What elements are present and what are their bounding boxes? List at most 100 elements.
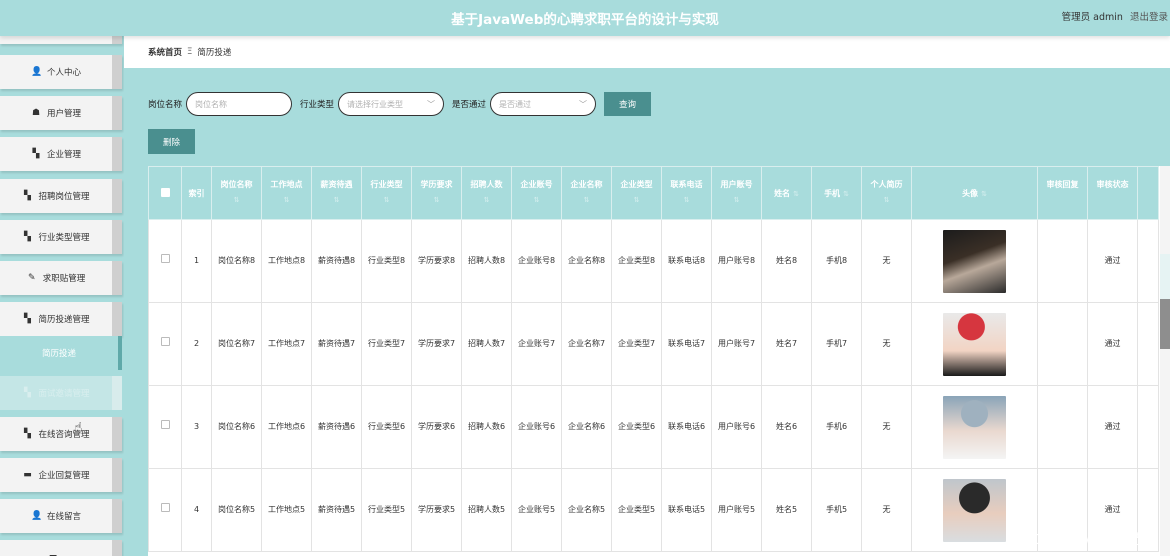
header-education[interactable]: 学历要求 ⇅ — [411, 166, 462, 220]
cell-avatar — [911, 219, 1038, 303]
cell-name: 姓名6 — [761, 385, 812, 469]
header-mobile[interactable]: 手机 ⇅ — [811, 166, 862, 220]
cell-location: 工作地点5 — [261, 468, 312, 552]
sidebar-item-online-message[interactable]: 👤 在线留言 — [0, 499, 122, 533]
cell-education: 学历要求8 — [411, 219, 462, 303]
sidebar-item-reply-management[interactable]: ▬ 企业回复管理 — [0, 458, 122, 492]
logout-link[interactable]: 退出登录 — [1130, 12, 1168, 23]
cell-salary: 薪资待遇8 — [311, 219, 362, 303]
breadcrumb-home[interactable]: 系统首页 — [148, 46, 182, 58]
industry-select[interactable]: 请选择行业类型 ﹀ — [338, 92, 445, 116]
header-label: 岗位名称 — [220, 180, 253, 189]
header-company-name[interactable]: 企业名称 ⇅ — [561, 166, 612, 220]
avatar[interactable] — [943, 312, 1006, 376]
cell-extra — [1137, 385, 1159, 469]
sort-icon[interactable]: ⇅ — [843, 190, 849, 198]
sort-icon[interactable]: ⇅ — [312, 196, 361, 204]
sidebar-item-post-management[interactable]: ✎ 求职贴管理 — [0, 261, 122, 295]
sort-icon[interactable]: ⇅ — [862, 196, 911, 204]
header-salary[interactable]: 薪资待遇 ⇅ — [311, 166, 362, 220]
cell-avatar — [911, 302, 1038, 386]
sort-icon[interactable]: ⇅ — [981, 190, 987, 198]
header-company-account[interactable]: 企业账号 ⇅ — [511, 166, 562, 220]
avatar[interactable] — [943, 478, 1006, 542]
cell-review-reply — [1037, 385, 1088, 469]
sort-icon[interactable]: ⇅ — [793, 190, 799, 198]
header-label: 姓名 — [774, 188, 791, 198]
scrollbar-segment[interactable] — [1160, 254, 1170, 299]
cell-location: 工作地点8 — [261, 219, 312, 303]
cell-company-account: 企业账号7 — [511, 302, 562, 386]
checkbox[interactable] — [160, 254, 170, 264]
sort-icon[interactable]: ⇅ — [362, 196, 411, 204]
passed-select[interactable]: 是否通过 ﹀ — [490, 92, 597, 116]
cell-company-account: 企业账号6 — [511, 385, 562, 469]
avatar[interactable] — [943, 395, 1006, 459]
header-name[interactable]: 姓名 ⇅ — [761, 166, 812, 220]
grid-icon: ▚ — [24, 388, 31, 398]
header-industry[interactable]: 行业类型 ⇅ — [361, 166, 412, 220]
main-content: 系统首页 Ξ 简历投递 岗位名称 岗位名称 行业类型 请选择行业类型 ﹀ 是否通… — [124, 36, 1170, 556]
header-resume[interactable]: 个人简历 ⇅ — [861, 166, 912, 220]
sidebar-item-label: 招聘岗位管理 — [38, 192, 90, 202]
sidebar-item-industry-management[interactable]: ▚ 行业类型管理 — [0, 220, 122, 254]
sidebar-item-company-management[interactable]: ▚ 企业管理 — [0, 137, 122, 171]
sort-icon[interactable]: ⇅ — [262, 196, 311, 204]
query-button[interactable]: 查询 — [604, 92, 652, 116]
header-phone[interactable]: 联系电话 ⇅ — [661, 166, 712, 220]
header-select-all[interactable] — [148, 166, 182, 220]
checkbox[interactable] — [160, 187, 170, 197]
cell-review-status: 通过 — [1087, 302, 1138, 386]
table-row[interactable]: 2 岗位名称7 工作地点7 薪资待遇7 行业类型7 学历要求7 招聘人数7 企业… — [148, 302, 1159, 386]
header-label: 审核回复 — [1046, 180, 1079, 189]
row-checkbox-cell[interactable] — [148, 385, 182, 469]
sidebar-item-user-management[interactable]: ☗ 用户管理 — [0, 96, 122, 130]
sidebar-item-personal-center[interactable]: 👤 个人中心 — [0, 55, 122, 89]
cell-index: 1 — [181, 219, 212, 303]
row-checkbox-cell[interactable] — [148, 219, 182, 303]
cell-salary: 薪资待遇6 — [311, 385, 362, 469]
header-avatar[interactable]: 头像 ⇅ — [911, 166, 1038, 220]
header-headcount[interactable]: 招聘人数 ⇅ — [461, 166, 512, 220]
checkbox[interactable] — [160, 337, 170, 347]
table-row[interactable]: 1 岗位名称8 工作地点8 薪资待遇8 行业类型8 学历要求8 招聘人数8 企业… — [148, 219, 1159, 303]
sort-icon[interactable]: ⇅ — [712, 196, 761, 204]
job-name-input[interactable]: 岗位名称 — [186, 92, 293, 116]
grid-icon: ▬ — [48, 552, 58, 556]
table-row[interactable]: 4 岗位名称5 工作地点5 薪资待遇5 行业类型5 学历要求5 招聘人数5 企业… — [148, 468, 1159, 552]
sort-icon[interactable]: ⇅ — [512, 196, 561, 204]
cell-job-name: 岗位名称5 — [211, 468, 262, 552]
table-row[interactable]: 3 岗位名称6 工作地点6 薪资待遇6 行业类型6 学历要求6 招聘人数6 企业… — [148, 385, 1159, 469]
scrollbar-thumb[interactable] — [1160, 299, 1170, 349]
sort-icon[interactable]: ⇅ — [612, 196, 661, 204]
header-company-type[interactable]: 企业类型 ⇅ — [611, 166, 662, 220]
cell-job-name: 岗位名称6 — [211, 385, 262, 469]
cell-resume: 无 — [861, 385, 912, 469]
row-checkbox-cell[interactable] — [148, 302, 182, 386]
sort-icon[interactable]: ⇅ — [462, 196, 511, 204]
checkbox[interactable] — [160, 420, 170, 430]
sort-icon[interactable]: ⇅ — [562, 196, 611, 204]
header-user-account[interactable]: 用户账号 ⇅ — [711, 166, 762, 220]
row-checkbox-cell[interactable] — [148, 468, 182, 552]
avatar[interactable] — [943, 229, 1006, 293]
sidebar-item-label: 简历投递 — [41, 349, 76, 359]
checkbox[interactable] — [160, 503, 170, 513]
delete-button[interactable]: 删除 — [148, 129, 195, 154]
header-location[interactable]: 工作地点 ⇅ — [261, 166, 312, 220]
cell-user-account: 用户账号8 — [711, 219, 762, 303]
sort-icon[interactable]: ⇅ — [662, 196, 711, 204]
sidebar-item-bottom[interactable]: ▬ — [0, 540, 122, 556]
cell-education: 学历要求5 — [411, 468, 462, 552]
sidebar-item-resume-management[interactable]: ▚ 简历投递管理 — [0, 302, 122, 336]
sidebar-subitem-resume-delivery[interactable]: 简历投递 — [0, 336, 122, 370]
cell-name: 姓名8 — [761, 219, 812, 303]
sidebar-item-consult-management[interactable]: ▚ 在线咨询管理 — [0, 417, 122, 451]
sort-icon[interactable]: ⇅ — [212, 196, 261, 204]
sidebar-item-job-management[interactable]: ▚ 招聘岗位管理 — [0, 179, 122, 213]
vertical-scrollbar[interactable] — [1160, 166, 1170, 556]
sort-icon[interactable]: ⇅ — [412, 196, 461, 204]
sidebar-item-interview-management[interactable]: ▚ 面试邀请管理 — [0, 376, 122, 410]
sidebar-item-top[interactable]: ☰ — [0, 36, 122, 44]
header-job-name[interactable]: 岗位名称 ⇅ — [211, 166, 262, 220]
